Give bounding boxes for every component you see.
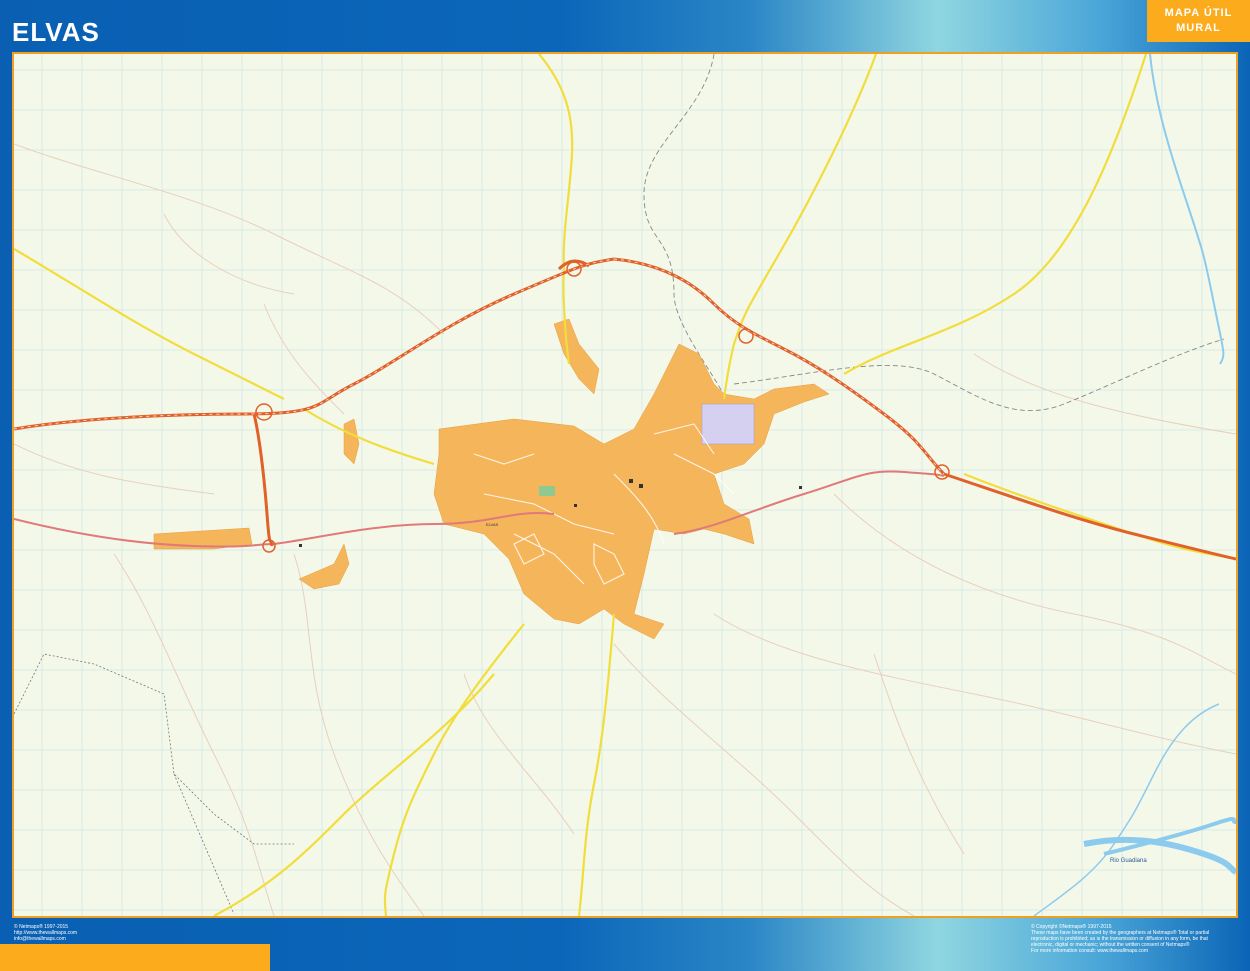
map-svg: ELVAS Rio Guadiana: [14, 54, 1236, 916]
a6-east: [943, 472, 1236, 561]
a6-west: [14, 257, 615, 431]
interchange-west: [255, 403, 273, 421]
city-label: ELVAS: [486, 522, 499, 527]
road-eastbound-highway-side: [963, 472, 1236, 561]
footer-right-line-5: For more information consult: www.thewal…: [1031, 948, 1148, 954]
footer-left: © Netmaps® 1997-2015 http://www.thewallm…: [14, 924, 77, 942]
map-canvas[interactable]: ELVAS Rio Guadiana: [12, 52, 1238, 918]
footer-left-email[interactable]: info@thewallmaps.com: [14, 936, 77, 942]
road-northeast: [722, 54, 878, 400]
a6-link-south: [252, 413, 274, 547]
river-guadiana: [1083, 836, 1236, 875]
rivers: [1033, 54, 1236, 916]
road-south-middle: [577, 613, 616, 916]
road-west: [303, 408, 435, 466]
footer-right: © Copyright ©Netmaps® 1997-2015 These ma…: [1031, 924, 1241, 954]
urban-area-southwest: [298, 543, 350, 590]
industrial-zone: [701, 403, 755, 445]
badge-line-1: MAPA ÚTIL: [1164, 7, 1233, 19]
river-north-east: [1149, 54, 1225, 365]
urban-area-north: [553, 318, 600, 395]
map-title: ELVAS: [12, 17, 100, 47]
urban-areas: [153, 318, 830, 640]
road-northwest: [14, 248, 285, 400]
interchange-northeast: [738, 328, 754, 344]
product-badge: MAPA ÚTIL MURAL: [1147, 0, 1250, 42]
park-area: [539, 486, 555, 496]
badge-line-2: MURAL: [1176, 22, 1221, 34]
footer-orange-bar: [0, 944, 270, 971]
road-south: [383, 623, 525, 916]
district-boundary: [14, 653, 294, 915]
urban-area-small: [343, 418, 360, 465]
road-north: [538, 54, 574, 365]
road-east-north: [843, 54, 1148, 375]
river-label: Rio Guadiana: [1110, 858, 1147, 864]
